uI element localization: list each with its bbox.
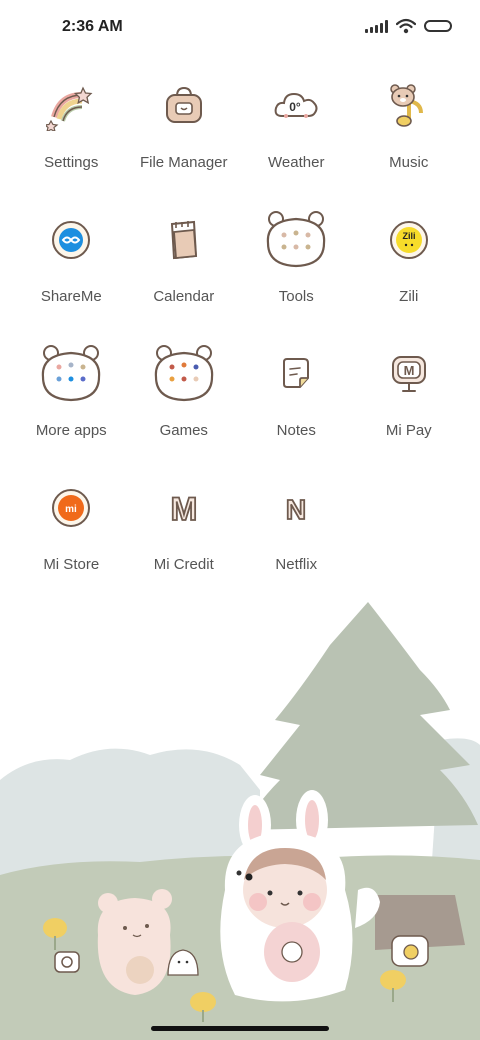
status-bar: 2:36 AM bbox=[0, 0, 480, 56]
bear-note-icon bbox=[373, 70, 445, 142]
app-settings[interactable]: Settings bbox=[15, 70, 128, 204]
app-label: More apps bbox=[35, 422, 107, 439]
app-mi-pay[interactable]: M Mi Pay bbox=[353, 338, 466, 472]
pink-bear-character bbox=[97, 889, 172, 995]
home-gesture-bar[interactable] bbox=[151, 1026, 329, 1031]
app-games[interactable]: Games bbox=[128, 338, 241, 472]
bear-folder-icon bbox=[35, 338, 107, 410]
app-label: Notes bbox=[276, 422, 316, 439]
bear-folder-icon bbox=[260, 204, 332, 276]
app-file-manager[interactable]: File Manager bbox=[128, 70, 241, 204]
app-music[interactable]: Music bbox=[353, 70, 466, 204]
calendar-icon bbox=[148, 204, 220, 276]
signal-icon bbox=[365, 19, 388, 33]
camera-icon bbox=[391, 935, 429, 967]
mipay-letter: M bbox=[403, 363, 414, 378]
status-icons bbox=[365, 18, 452, 34]
app-notes[interactable]: Notes bbox=[240, 338, 353, 472]
netflix-letter: N bbox=[286, 494, 306, 525]
letter-m-icon: M bbox=[148, 472, 220, 544]
app-shareme[interactable]: ShareMe bbox=[15, 204, 128, 338]
app-label: ShareMe bbox=[40, 288, 102, 305]
app-label: Weather bbox=[268, 154, 325, 171]
rainbow-star-icon bbox=[35, 70, 107, 142]
app-label: Tools bbox=[278, 288, 314, 305]
status-time: 2:36 AM bbox=[62, 18, 123, 35]
wifi-icon bbox=[396, 18, 416, 34]
shareme-icon bbox=[35, 204, 107, 276]
notes-icon bbox=[260, 338, 332, 410]
app-calendar[interactable]: Calendar bbox=[128, 204, 241, 338]
battery-icon bbox=[424, 20, 452, 32]
bag-icon bbox=[148, 70, 220, 142]
mipay-icon: M bbox=[373, 338, 445, 410]
app-label: Games bbox=[159, 422, 208, 439]
app-label: Mi Credit bbox=[153, 556, 214, 573]
zili-icon: Zili bbox=[373, 204, 445, 276]
micredit-letter: M bbox=[170, 491, 197, 527]
wallpaper-illustration bbox=[0, 602, 480, 1040]
app-zili[interactable]: Zili Zili bbox=[353, 204, 466, 338]
app-mi-store[interactable]: mi Mi Store bbox=[15, 472, 128, 606]
weather-temp-text: 0° bbox=[290, 100, 302, 114]
app-netflix[interactable]: N Netflix bbox=[240, 472, 353, 606]
app-more-apps[interactable]: More apps bbox=[15, 338, 128, 472]
mistore-text: mi bbox=[65, 504, 77, 515]
app-mi-credit[interactable]: M Mi Credit bbox=[128, 472, 241, 606]
app-grid: Settings File Manager 0° Weather Music S… bbox=[15, 70, 465, 606]
app-label: Mi Pay bbox=[385, 422, 432, 439]
app-weather[interactable]: 0° Weather bbox=[240, 70, 353, 204]
app-label: Calendar bbox=[153, 288, 215, 305]
app-tools[interactable]: Tools bbox=[240, 204, 353, 338]
zili-text: Zili bbox=[402, 231, 415, 241]
mistore-icon: mi bbox=[35, 472, 107, 544]
letter-n-icon: N bbox=[260, 472, 332, 544]
phone-icon bbox=[54, 951, 80, 973]
app-label: Mi Store bbox=[43, 556, 100, 573]
cloud-icon: 0° bbox=[260, 70, 332, 142]
app-label: Settings bbox=[44, 154, 99, 171]
bear-folder-icon bbox=[148, 338, 220, 410]
app-label: File Manager bbox=[139, 154, 228, 171]
app-label: Netflix bbox=[275, 556, 318, 573]
app-label: Music bbox=[389, 154, 429, 171]
app-label: Zili bbox=[399, 288, 419, 305]
tree-shape bbox=[240, 602, 478, 830]
